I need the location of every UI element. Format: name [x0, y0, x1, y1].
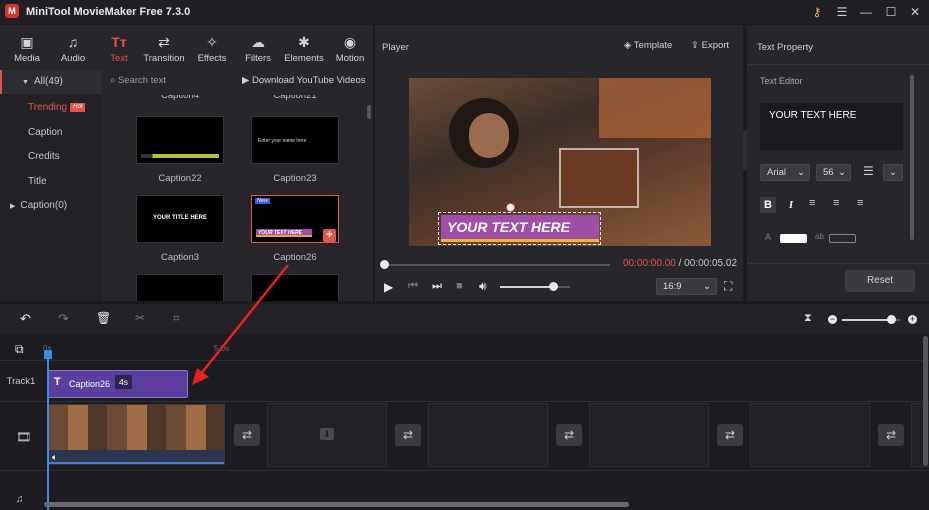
arrow-head [192, 368, 209, 385]
arrow-line [199, 264, 289, 376]
drag-arrow [192, 264, 289, 385]
